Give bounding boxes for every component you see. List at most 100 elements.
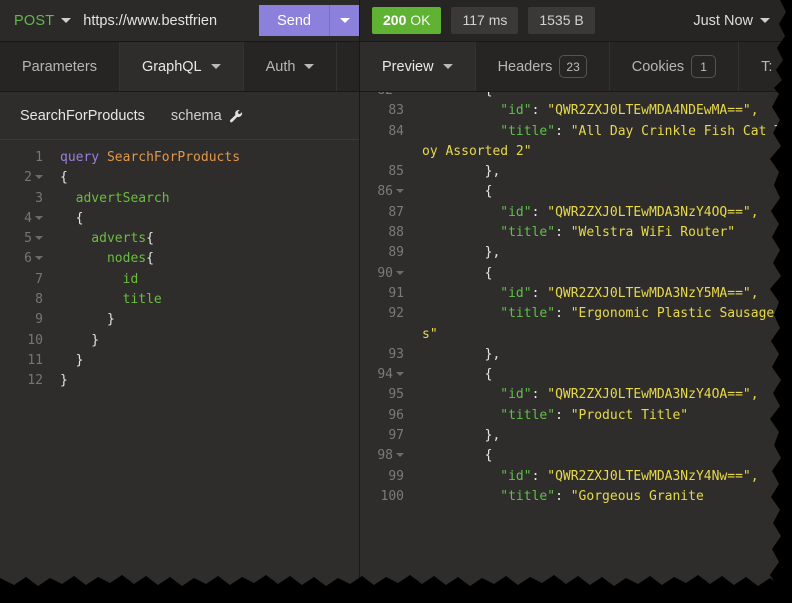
status-badge[interactable]: 200 OK [372,7,442,34]
fold-caret-icon[interactable] [396,189,404,194]
code-token-pun: : [555,225,571,241]
code-token-pun: }, [422,245,501,261]
response-line: 89 }, [360,243,792,263]
tab-graphql[interactable]: GraphQL [119,42,244,91]
tab-parameters[interactable]: Parameters [0,42,120,91]
response-size-badge[interactable]: 1535 B [528,7,595,34]
response-line: 94 { [360,365,792,385]
code-line: } [46,331,99,351]
response-line: 85 }, [360,162,792,182]
send-group: Send [259,0,359,41]
code-token-key: "title" [422,306,556,322]
code-line: "title": "All Day Crinkle Fish Cat Toy A… [408,122,792,163]
query-line: 4 { [0,209,359,229]
line-number: 91 [388,285,404,301]
code-line: "id": "QWR2ZXJ0LTEwMDA3NzY4OQ==", [408,203,792,223]
tab-cookies[interactable]: Cookies 1 [610,42,740,91]
code-token-fld: advertSearch [60,190,170,206]
code-token-pun: { [146,251,154,267]
history-dropdown[interactable]: Just Now [693,13,770,29]
fold-caret-icon[interactable] [35,175,43,180]
line-number: 2 [0,168,46,188]
code-token-pun: { [146,231,154,247]
fold-caret-icon[interactable] [396,453,404,458]
chevron-down-icon [339,18,350,23]
response-line: 95 "id": "QWR2ZXJ0LTEwMDA3NzY4OA==", [360,385,792,405]
code-line: { [408,182,792,202]
query-line: 2{ [0,168,359,188]
response-pane: 82 {83 "id": "QWR2ZXJ0LTEwMDA4NDEwMA==",… [360,92,792,603]
code-token-pun: : [555,488,571,504]
chevron-down-icon[interactable] [61,18,72,23]
line-number: 82 [360,92,408,101]
line-number: 7 [35,271,43,287]
query-line: 12} [0,371,359,391]
schema-button[interactable]: schema [171,108,243,124]
code-line: { [408,264,792,284]
response-line: 87 "id": "QWR2ZXJ0LTEwMDA3NzY4OQ==", [360,203,792,223]
code-token-pun: { [60,170,68,186]
code-line: "title": "Ergonomic Plastic Sausages" [408,304,792,345]
tab-label: GraphQL [141,58,202,75]
line-number: 12 [27,373,43,389]
fold-caret-icon[interactable] [35,256,43,261]
fold-caret-icon[interactable] [35,215,43,220]
status-text: OK [410,12,431,28]
response-line: 96 "title": "Product Title" [360,406,792,426]
query-line: 1 query SearchForProducts [0,148,359,168]
response-preview-body[interactable]: 82 {83 "id": "QWR2ZXJ0LTEwMDA4NDEwMA==",… [360,92,792,517]
response-line: 86 { [360,182,792,202]
timestamp-label: Just Now [693,12,753,29]
response-time-badge[interactable]: 117 ms [451,7,519,34]
query-line: 10 } [0,331,359,351]
code-token-pun: { [60,210,84,226]
code-token-key: "id" [422,285,532,301]
api-client-window: POST https://www.bestfrien Send 200 OK 1… [0,0,792,603]
send-dropdown-button[interactable] [329,5,359,36]
code-line: }, [408,243,792,263]
url-input[interactable]: https://www.bestfrien [83,13,217,29]
response-line: 82 { [360,92,792,101]
line-number: 4 [0,209,46,229]
status-code: 200 [383,12,407,28]
code-token-pun: : [531,204,548,220]
response-line: 93 }, [360,345,792,365]
tab-preview[interactable]: Preview [360,42,476,91]
tab-headers[interactable]: Headers 23 [476,42,610,91]
query-line: 6 nodes{ [0,249,359,269]
fold-caret-icon[interactable] [35,236,43,241]
response-line: 83 "id": "QWR2ZXJ0LTEwMDA4NDEwMA==", [360,101,792,121]
code-token-pun: }, [422,346,501,362]
code-token-key: "id" [422,204,532,220]
graphql-query-editor[interactable]: 1 query SearchForProducts 2{3 advertSearch… [0,140,359,392]
method-selector[interactable]: POST [14,13,54,29]
code-line: { [46,168,68,188]
tab-auth[interactable]: Auth [244,42,338,91]
fold-caret-icon[interactable] [396,270,404,275]
request-bar: POST https://www.bestfrien Send 200 OK 1… [0,0,792,42]
code-token-key: "title" [422,488,556,504]
line-number: 11 [27,352,43,368]
code-line: "id": "QWR2ZXJ0LTEwMDA3NzY5MA==", [408,284,792,304]
code-line: { [408,92,792,101]
chevron-down-icon [442,64,453,69]
code-token-str: "Product Title" [570,407,689,423]
code-token-key: "title" [422,225,556,241]
code-line: "title": "Welstra WiFi Router" [408,223,792,243]
line-number: 5 [0,229,46,249]
code-token-key: "id" [422,468,532,484]
code-token-str: "QWR2ZXJ0LTEwMDA3NzY4OA==", [547,387,759,403]
fold-caret-icon[interactable] [396,372,404,377]
query-line: 8 title [0,290,359,310]
code-line: "title": "Gorgeous Granite [408,487,792,507]
send-button[interactable]: Send [259,5,329,36]
code-token-fld: id [60,271,139,287]
line-number: 94 [360,365,408,385]
response-tabs: Preview Headers 23 Cookies 1 T: [360,42,792,91]
chevron-down-icon [760,18,770,23]
code-line: "id": "QWR2ZXJ0LTEwMDA3NzY4Nw==", [408,467,792,487]
line-number: 96 [388,407,404,423]
response-line: 98 { [360,446,792,466]
tab-t[interactable]: T: [739,42,792,91]
code-token-key: "title" [422,123,556,139]
